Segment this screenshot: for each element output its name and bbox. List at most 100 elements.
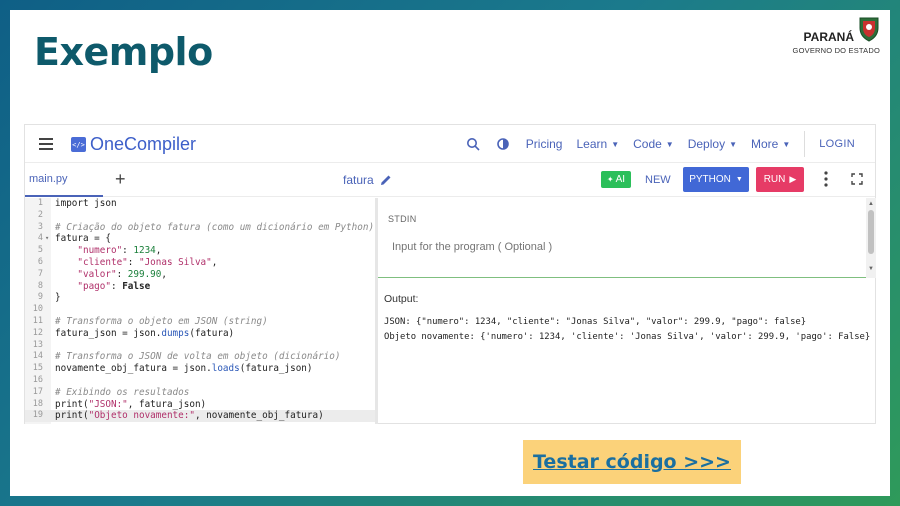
code-text: "pago": False (77, 280, 151, 292)
fold-arrow-icon[interactable]: ▾ (45, 233, 49, 245)
output-line: JSON: {"numero": 1234, "cliente": "Jonas… (384, 317, 807, 327)
code-line[interactable]: 3 # Criação do objeto fatura (como um dic… (25, 222, 375, 234)
code-text: # Exibindo os resultados (55, 386, 190, 398)
login-link[interactable]: LOGIN (819, 138, 855, 150)
line-number: 1 (37, 198, 43, 208)
file-name: fatura (343, 173, 392, 187)
code-line[interactable]: 5 "numero": 1234, (25, 245, 375, 257)
code-line[interactable]: 1 import json (25, 198, 375, 210)
onecompiler-logo[interactable]: </> OneCompiler (71, 134, 196, 155)
nav-deploy[interactable]: Deploy ▼ (688, 137, 737, 151)
code-line[interactable]: 12 fatura_json = json.dumps(fatura) (25, 328, 375, 340)
line-number: 7 (37, 268, 43, 279)
nav-learn[interactable]: Learn ▼ (576, 137, 619, 151)
line-number: 2 (37, 209, 43, 220)
nav-more[interactable]: More ▼ (751, 137, 790, 151)
new-button[interactable]: NEW (645, 174, 671, 186)
stdin-panel: STDIN ▲ ▼ (378, 198, 876, 278)
code-line[interactable]: 13 (25, 340, 375, 352)
slide-title: Exemplo (34, 30, 213, 74)
code-text: } (55, 292, 61, 304)
chevron-down-icon: ▼ (782, 139, 791, 149)
nav-deploy-label: Deploy (687, 137, 726, 151)
slide: Exemplo PARANÁ GOVERNO DO ESTADO </> One… (10, 10, 890, 496)
pencil-icon[interactable] (380, 174, 392, 186)
code-text: "valor": 299.90, (77, 268, 167, 280)
code-text: "cliente": "Jonas Silva", (77, 256, 218, 268)
chevron-down-icon: ▼ (611, 139, 620, 149)
nav-more-label: More (751, 137, 779, 151)
run-label: RUN (763, 174, 786, 185)
tab-main-py[interactable]: main.py (25, 163, 103, 197)
code-line[interactable]: 14 # Transforma o JSON de volta em objeto… (25, 351, 375, 363)
line-number: 16 (32, 374, 43, 385)
line-number: 11 (32, 315, 43, 326)
file-name-label: fatura (343, 173, 374, 187)
stdin-scrollbar[interactable]: ▲ ▼ (866, 198, 876, 278)
brand-name: OneCompiler (90, 134, 197, 154)
try-code-button[interactable]: Testar código >>> (523, 440, 741, 484)
code-line[interactable]: 9} (25, 292, 375, 304)
code-text: fatura = { (55, 233, 111, 245)
nav-code-label: Code (633, 137, 662, 151)
logo-subtitle: GOVERNO DO ESTADO (792, 46, 880, 55)
line-number: 13 (32, 339, 43, 350)
code-line[interactable]: 7 "valor": 299.90, (25, 269, 375, 281)
code-brackets-icon: </> (71, 137, 86, 152)
code-text: "numero": 1234, (77, 245, 162, 257)
line-number: 6 (37, 256, 43, 267)
ai-button[interactable]: ✦ AI (601, 171, 631, 188)
scroll-thumb[interactable] (868, 210, 874, 254)
nav-code[interactable]: Code ▼ (633, 137, 674, 151)
theme-toggle-icon[interactable] (496, 137, 510, 151)
onecompiler-ide: </> OneCompiler Pricing Learn ▼ Code ▼ Dep… (24, 124, 876, 424)
line-number: 17 (32, 386, 43, 397)
code-line[interactable]: 11 # Transforma o objeto em JSON (string) (25, 316, 375, 328)
output-label: Output: (384, 293, 419, 305)
editor-toolbar: main.py + fatura ✦ AI NEW PYTHON ▼ RUN ▶ (25, 163, 875, 197)
nav-pricing[interactable]: Pricing (526, 137, 563, 151)
nav-pricing-label: Pricing (525, 137, 563, 151)
code-text: fatura_json = json.dumps(fatura) (55, 327, 235, 339)
code-editor[interactable]: 1 import json 2 3 # Criação do objeto fatura… (25, 198, 375, 424)
stdin-label: STDIN (388, 214, 417, 224)
menu-icon[interactable] (39, 138, 53, 150)
code-line[interactable]: 2 (25, 210, 375, 222)
search-icon[interactable] (466, 137, 480, 151)
language-select[interactable]: PYTHON ▼ (683, 167, 749, 192)
nav-actions: Pricing Learn ▼ Code ▼ Deploy ▼ More ▼ LOGIN (466, 125, 875, 163)
fullscreen-icon[interactable] (851, 173, 863, 185)
line-number: 5 (37, 245, 43, 256)
code-line[interactable]: 10 (25, 304, 375, 316)
code-text: novamente_obj_fatura = json.loads(fatura… (55, 363, 313, 375)
top-nav: </> OneCompiler Pricing Learn ▼ Code ▼ Dep… (25, 125, 875, 163)
code-line[interactable]: 17 # Exibindo os resultados (25, 387, 375, 399)
code-text: # Transforma o objeto em JSON (string) (55, 315, 268, 327)
code-line[interactable]: 18 print("JSON:", fatura_json) (25, 399, 375, 411)
code-text: # Criação do objeto fatura (como um dici… (55, 221, 375, 233)
sparkle-icon: ✦ (606, 175, 614, 184)
scroll-up-icon[interactable]: ▲ (868, 201, 874, 207)
code-text: print("Objeto novamente:", novamente_obj… (55, 410, 324, 422)
add-file-button[interactable]: + (115, 169, 126, 190)
output-panel: Output: JSON: {"numero": 1234, "cliente"… (378, 279, 876, 424)
code-line[interactable]: 8 "pago": False (25, 281, 375, 293)
code-lines: 1 import json 2 3 # Criação do objeto fatura… (25, 198, 375, 423)
run-button[interactable]: RUN ▶ (756, 167, 804, 192)
stdin-input[interactable] (392, 241, 832, 253)
code-text: # Transforma o JSON de volta em objeto (… (55, 351, 341, 363)
code-line[interactable]: 16 (25, 375, 375, 387)
line-number: 4 (37, 233, 43, 244)
chevron-down-icon: ▼ (729, 139, 737, 149)
more-options-icon[interactable] (824, 171, 828, 187)
line-number: 9 (37, 292, 43, 303)
code-line[interactable]: 6 "cliente": "Jonas Silva", (25, 257, 375, 269)
line-number: 14 (32, 351, 43, 362)
scroll-down-icon[interactable]: ▼ (868, 266, 874, 272)
code-line[interactable]: 19 print("Objeto novamente:", novamente_o… (25, 410, 375, 423)
line-number: 15 (32, 363, 43, 374)
play-icon: ▶ (789, 174, 797, 184)
line-number: 19 (32, 410, 43, 421)
code-line[interactable]: 4 ▾ fatura = { (25, 233, 375, 245)
code-line[interactable]: 15 novamente_obj_fatura = json.loads(fatu… (25, 363, 375, 375)
